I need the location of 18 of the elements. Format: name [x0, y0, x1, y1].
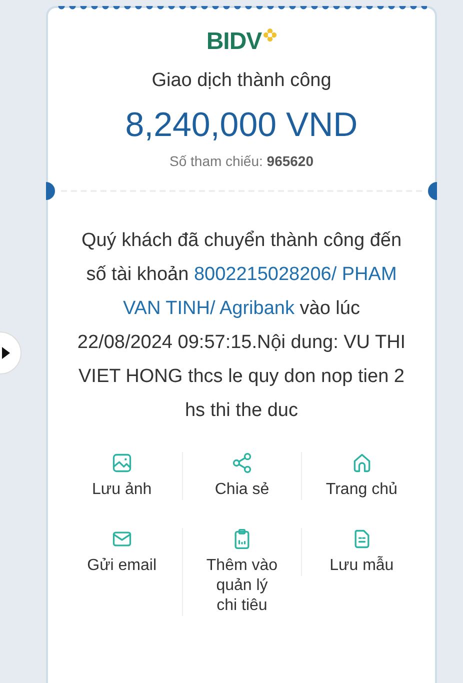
- bank-logo: BIDV: [206, 28, 262, 56]
- share-icon: [230, 452, 253, 474]
- action-button[interactable]: Lưu mẫu: [301, 528, 421, 576]
- status-title: Giao dịch thành công: [150, 70, 332, 92]
- action-button[interactable]: Lưu ảnh: [62, 452, 182, 500]
- ticket-notch: [428, 182, 437, 200]
- transfer-message: Quý khách đã chuyển thành công đến số tài khoản 8002215028206/ PHAM VAN TINH/ Agribank vào lúc 22/08/2024 09:57:15.Nội dung: VU THI VIET HONG thcs le quy don nop tien 2 hs thi the duc: [76, 229, 407, 423]
- next-arrow-icon[interactable]: [0, 330, 22, 376]
- ticket-notch: [46, 182, 55, 200]
- action-button[interactable]: Chia sẻ: [182, 452, 302, 500]
- amount-text: 8,240,000 VND: [124, 106, 359, 145]
- image-icon: [110, 452, 133, 474]
- reference-number: 965620: [266, 153, 314, 169]
- flower-icon: [262, 28, 277, 42]
- action-button[interactable]: Gửi email: [62, 528, 182, 576]
- action-button[interactable]: Thêm vào quản lý chi tiêu: [182, 528, 302, 616]
- reference-label: Số tham chiếu:: [170, 153, 263, 169]
- action-button[interactable]: Trang chủ: [301, 452, 421, 500]
